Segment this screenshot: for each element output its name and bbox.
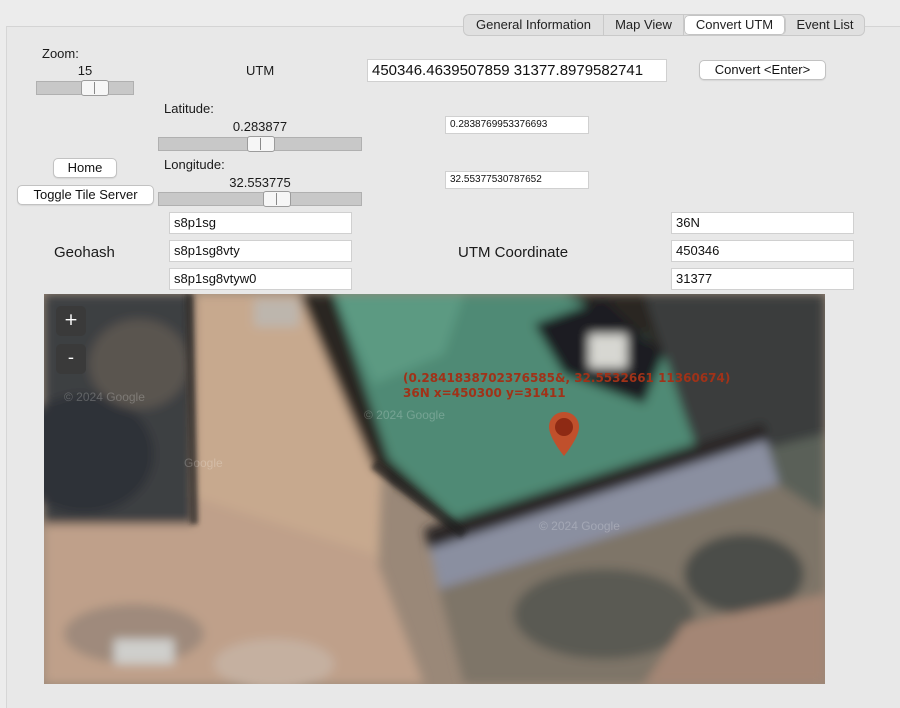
convert-button[interactable]: Convert <Enter> [699,60,826,80]
longitude-field[interactable]: 32.55377530787652 [445,171,589,189]
latitude-label: Latitude: [164,101,214,116]
satellite-imagery [44,294,825,684]
zoom-label: Zoom: [42,46,79,61]
toggle-tile-server-button[interactable]: Toggle Tile Server [17,185,154,205]
tab-event-list[interactable]: Event List [786,15,864,35]
satellite-map[interactable]: © 2024 Google © 2024 Google Google © 202… [44,294,825,684]
latitude-slider-thumb[interactable] [247,136,275,152]
marker-coordinates-label: (0.2841838702376585&, 32.5532661 1136067… [403,371,731,385]
geohash-field-3[interactable]: s8p1sg8vtyw0 [169,268,352,290]
longitude-value: 32.553775 [229,175,291,190]
tab-bar: General Information Map View Convert UTM… [463,14,865,36]
tab-convert-utm[interactable]: Convert UTM [684,15,786,35]
longitude-slider-thumb[interactable] [263,191,291,207]
zoom-slider-thumb[interactable] [81,80,109,96]
map-zoom-in-button[interactable]: + [56,306,86,336]
latitude-field[interactable]: 0.2838769953376693 [445,116,589,134]
home-button[interactable]: Home [53,158,117,178]
latitude-value: 0.283877 [232,119,288,134]
map-zoom-out-button[interactable]: - [56,344,86,374]
map-watermark-2: © 2024 Google [364,408,445,422]
utm-northing-field[interactable]: 31377 [671,268,854,290]
latitude-slider[interactable] [158,136,362,152]
tab-map-view[interactable]: Map View [604,15,684,35]
geohash-field-1[interactable]: s8p1sg [169,212,352,234]
geohash-label: Geohash [54,244,115,261]
map-watermark-4: © 2024 Google [539,519,620,533]
utm-easting-field[interactable]: 450346 [671,240,854,262]
tab-general-information[interactable]: General Information [464,15,604,35]
location-pin-icon[interactable] [547,411,581,457]
utm-zone-field[interactable]: 36N [671,212,854,234]
zoom-value: 15 [77,63,93,78]
longitude-slider[interactable] [158,191,362,207]
geohash-field-2[interactable]: s8p1sg8vty [169,240,352,262]
utm-label: UTM [246,63,275,78]
map-watermark-1: © 2024 Google [64,390,145,404]
utm-input[interactable]: 450346.4639507859 31377.8979582741 [367,59,667,82]
marker-utm-label: 36N x=450300 y=31411 [403,386,566,400]
map-watermark-3: Google [184,456,223,470]
utm-coordinate-label: UTM Coordinate [458,244,569,261]
zoom-slider[interactable] [36,80,134,96]
longitude-label: Longitude: [164,157,225,172]
